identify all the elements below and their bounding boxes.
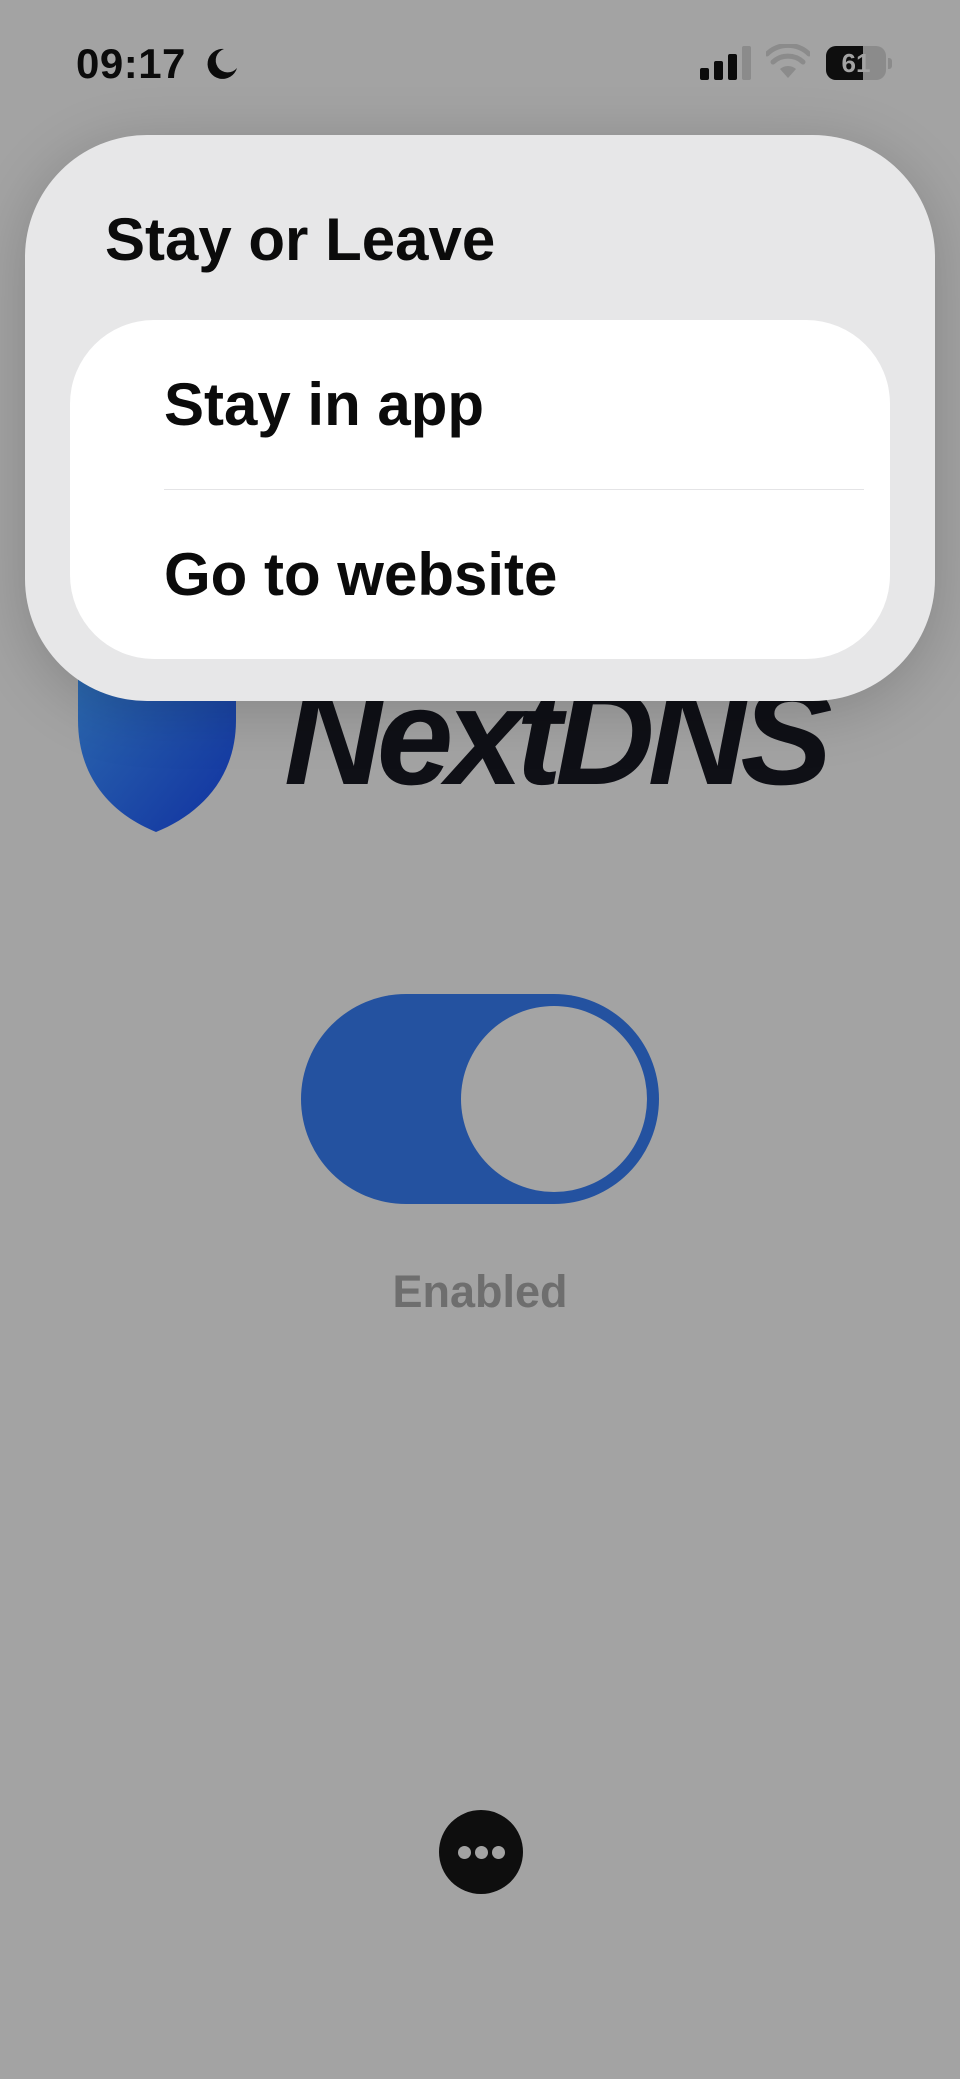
- stay-in-app-option[interactable]: Stay in app: [70, 320, 890, 489]
- stay-or-leave-menu: Stay or Leave Stay in app Go to website: [25, 135, 935, 701]
- signal-icon: [700, 46, 751, 80]
- toggle-status-label: Enabled: [392, 1266, 568, 1317]
- more-options-button[interactable]: [439, 1810, 523, 1894]
- battery-icon: 61: [826, 46, 892, 80]
- status-bar: 09:17 61: [0, 0, 960, 120]
- battery-level: 61: [841, 48, 871, 78]
- menu-title: Stay or Leave: [105, 206, 496, 273]
- go-to-website-option[interactable]: Go to website: [70, 490, 890, 659]
- dns-enable-toggle[interactable]: [301, 994, 659, 1204]
- toggle-knob: [461, 1006, 647, 1192]
- moon-icon: [207, 48, 237, 79]
- wifi-icon: [766, 44, 810, 78]
- status-time: 09:17: [76, 40, 186, 87]
- ellipsis-icon: [458, 1846, 471, 1859]
- menu-options: Stay in app Go to website: [70, 320, 890, 659]
